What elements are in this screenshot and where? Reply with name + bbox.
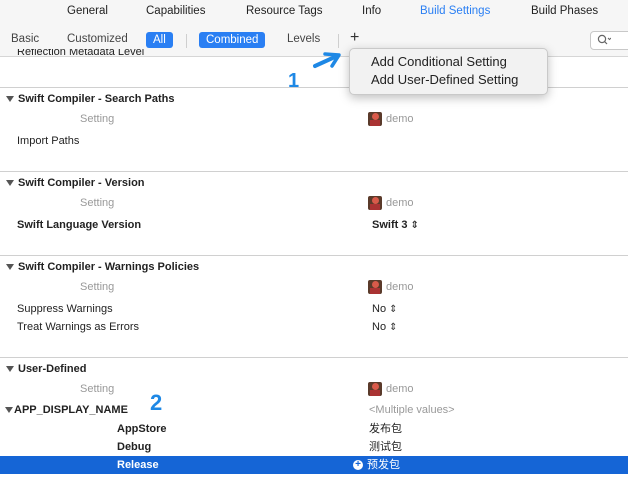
disclosure-triangle-icon[interactable] [6,264,14,271]
separator [0,171,628,172]
setting-value: Swift 3 [372,219,408,231]
divider [186,34,187,48]
target-column-header: demo [368,278,414,296]
divider [338,34,339,48]
section-header-user-defined[interactable]: User-Defined [0,360,628,378]
config-row-release[interactable]: Release + 预发包 [0,456,628,474]
column-header-row: Setting demo [0,110,628,128]
config-value: 预发包 [367,459,400,471]
config-name: Debug [117,441,152,453]
tab-general[interactable]: General [67,5,108,17]
column-header-row: Setting demo [0,278,628,296]
tab-info[interactable]: Info [362,5,381,17]
add-condition-icon[interactable]: + [353,460,363,471]
disclosure-triangle-icon[interactable] [6,96,14,103]
filter-customized[interactable]: Customized [67,33,128,45]
config-row-debug[interactable]: Debug 测试包 [0,438,628,456]
target-column-header: demo [368,194,414,212]
config-name: Release [117,459,159,471]
setting-name: Treat Warnings as Errors [17,321,140,333]
tab-build-phases[interactable]: Build Phases [531,5,598,17]
search-icon [597,34,612,48]
target-avatar-icon [368,280,382,295]
stepper-icon: ⇕ [389,322,398,333]
column-header-row: Setting demo [0,380,628,398]
setting-value[interactable]: <Multiple values> [369,401,455,419]
section-header-version[interactable]: Swift Compiler - Version [0,174,628,192]
filter-basic[interactable]: Basic [11,33,39,45]
setting-name: Import Paths [17,135,80,147]
setting-column-header: Setting [80,281,115,293]
tab-bar: General Capabilities Resource Tags Info … [0,0,628,24]
setting-row-import-paths[interactable]: Import Paths [0,132,628,150]
setting-value: No [372,303,387,315]
disclosure-triangle-icon[interactable] [5,407,13,414]
disclosure-triangle-icon[interactable] [6,366,14,373]
annotation-number-two: 2 [150,390,163,415]
target-name: demo [386,197,414,209]
menu-item-add-conditional-setting[interactable]: Add Conditional Setting [371,54,507,69]
tab-resource-tags[interactable]: Resource Tags [246,5,323,17]
setting-column-header: Setting [80,197,115,209]
setting-row-app-display-name[interactable]: APP_DISPLAY_NAME <Multiple values> [0,401,628,419]
search-field[interactable] [590,31,628,50]
section-title: Swift Compiler - Version [18,177,145,189]
column-header-row: Setting demo [0,194,628,212]
config-value[interactable]: 发布包 [369,420,402,438]
setting-column-header: Setting [80,113,115,125]
stepper-icon: ⇕ [410,220,419,231]
setting-name: Reflection Metadata Level [17,49,145,58]
config-name: AppStore [117,423,167,435]
section-title: Swift Compiler - Search Paths [18,93,175,105]
target-name: demo [386,281,414,293]
section-title: Swift Compiler - Warnings Policies [18,261,200,273]
target-name: demo [386,113,414,125]
setting-value: No [372,321,387,333]
annotation-number-one: 1 [288,70,300,92]
stepper-icon: ⇕ [389,304,398,315]
config-row-appstore[interactable]: AppStore 发布包 [0,420,628,438]
target-avatar-icon [368,382,382,397]
separator [0,357,628,358]
config-value-cell[interactable]: + 预发包 [353,456,400,474]
section-header-warnings[interactable]: Swift Compiler - Warnings Policies [0,258,628,276]
target-column-header: demo [368,380,414,398]
config-value[interactable]: 测试包 [369,438,402,456]
target-column-header: demo [368,110,414,128]
target-avatar-icon [368,112,382,127]
add-setting-button[interactable]: + [350,29,359,47]
target-name: demo [386,383,414,395]
setting-row-swift-version[interactable]: Swift Language Version Swift 3 ⇕ [0,216,628,234]
filter-combined[interactable]: Combined [199,32,266,48]
section-title: User-Defined [18,363,87,375]
setting-column-header: Setting [80,383,115,395]
setting-value-popup[interactable]: Swift 3 ⇕ [372,216,419,235]
separator [0,255,628,256]
setting-name: Swift Language Version [17,219,142,231]
tab-capabilities[interactable]: Capabilities [146,5,205,17]
setting-name: APP_DISPLAY_NAME [14,404,128,416]
setting-value-popup[interactable]: No ⇕ [372,318,397,337]
filter-levels[interactable]: Levels [287,33,320,45]
filter-all[interactable]: All [146,32,173,48]
setting-value-popup[interactable]: No ⇕ [372,300,397,319]
setting-name: Suppress Warnings [17,303,113,315]
disclosure-triangle-icon[interactable] [6,180,14,187]
target-avatar-icon [368,196,382,211]
tab-build-settings[interactable]: Build Settings [420,5,490,17]
setting-row-treat-warnings[interactable]: Treat Warnings as Errors No ⇕ [0,318,628,336]
menu-item-add-user-defined-setting[interactable]: Add User-Defined Setting [371,72,518,87]
add-setting-menu: Add Conditional Setting Add User-Defined… [349,48,548,95]
setting-row-suppress-warnings[interactable]: Suppress Warnings No ⇕ [0,300,628,318]
